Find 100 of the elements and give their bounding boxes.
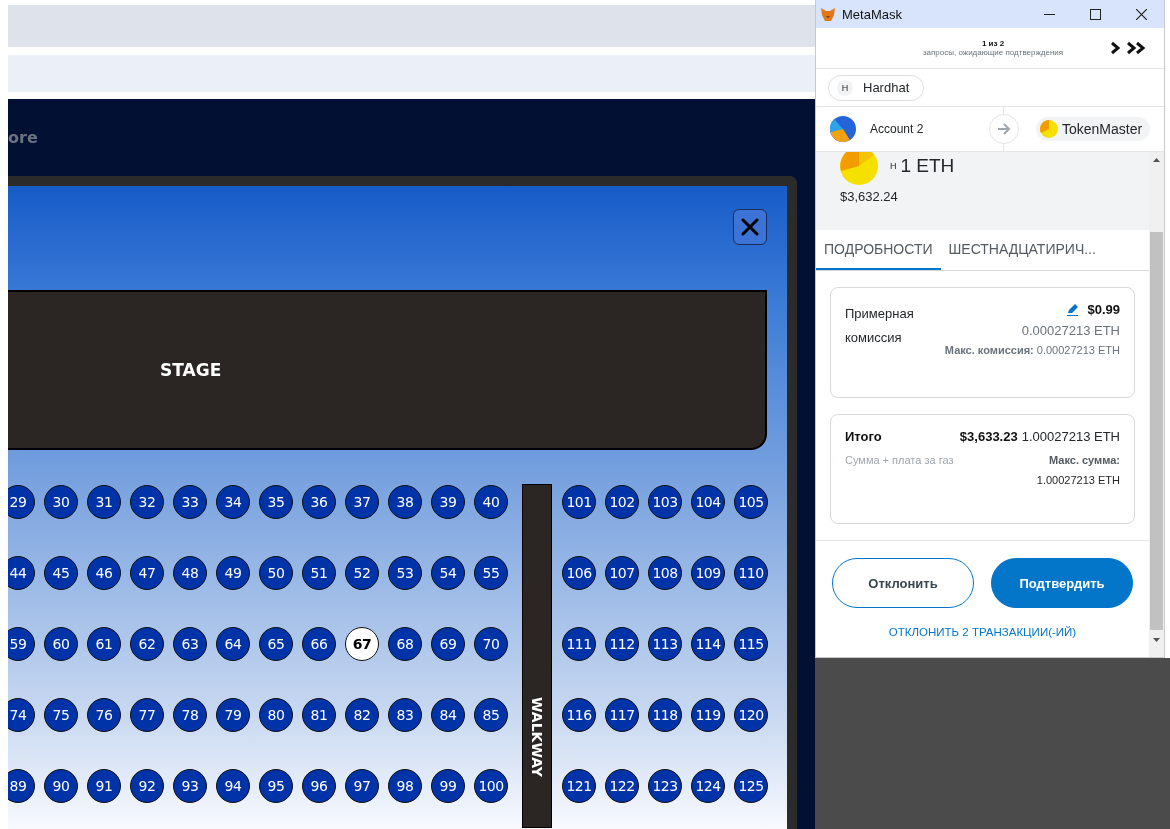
seat[interactable]: 66 [302,627,336,661]
pencil-icon[interactable] [1067,303,1080,316]
scrollbar-thumb[interactable] [1150,232,1163,630]
seat[interactable]: 38 [388,485,422,519]
seat[interactable]: 112 [605,627,639,661]
seat[interactable]: 100 [474,769,508,803]
confirm-button[interactable]: Подтвердить [991,558,1133,608]
seat[interactable]: 104 [691,485,725,519]
network-pill[interactable]: H Hardhat [828,74,925,101]
seat[interactable]: 68 [388,627,422,661]
seat[interactable]: 103 [648,485,682,519]
next-button[interactable] [1110,41,1120,55]
tab[interactable]: ПОДРОБНОСТИ [816,230,941,270]
seat[interactable]: 92 [130,769,164,803]
seat[interactable]: 85 [474,698,508,732]
seat[interactable]: 84 [431,698,465,732]
seat[interactable]: 83 [388,698,422,732]
seat[interactable]: 106 [562,556,596,590]
seat[interactable]: 116 [562,698,596,732]
seat[interactable]: 114 [691,627,725,661]
seat[interactable]: 49 [216,556,250,590]
seat[interactable]: 39 [431,485,465,519]
seat[interactable]: 108 [648,556,682,590]
seat[interactable]: 61 [87,627,121,661]
seat[interactable]: 120 [734,698,768,732]
seat[interactable]: 89 [8,769,35,803]
seat[interactable]: 125 [734,769,768,803]
seat[interactable]: 123 [648,769,682,803]
seat[interactable]: 75 [44,698,78,732]
seat[interactable]: 101 [562,485,596,519]
tab[interactable]: ШЕСТНАДЦАТИРИЧ... [940,230,1104,270]
seat[interactable]: 64 [216,627,250,661]
seat[interactable]: 79 [216,698,250,732]
seat[interactable]: 55 [474,556,508,590]
seat[interactable]: 37 [345,485,379,519]
nav-link[interactable]: ore [8,128,38,147]
seat[interactable]: 44 [8,556,35,590]
seat[interactable]: 96 [302,769,336,803]
seat[interactable]: 102 [605,485,639,519]
seat[interactable]: 113 [648,627,682,661]
seat[interactable]: 78 [173,698,207,732]
seat[interactable]: 33 [173,485,207,519]
seat[interactable]: 81 [302,698,336,732]
seat[interactable]: 65 [259,627,293,661]
seat[interactable]: 46 [87,556,121,590]
seat[interactable]: 80 [259,698,293,732]
seat[interactable]: 30 [44,485,78,519]
seat[interactable]: 97 [345,769,379,803]
seat[interactable]: 74 [8,698,35,732]
seat[interactable]: 122 [605,769,639,803]
seat[interactable]: 115 [734,627,768,661]
seat[interactable]: 47 [130,556,164,590]
seat[interactable]: 36 [302,485,336,519]
seat[interactable]: 124 [691,769,725,803]
seat[interactable]: 59 [8,627,35,661]
seat[interactable]: 29 [8,485,35,519]
seat[interactable]: 31 [87,485,121,519]
seat[interactable]: 119 [691,698,725,732]
seat[interactable]: 99 [431,769,465,803]
seat[interactable]: 60 [44,627,78,661]
seat[interactable]: 53 [388,556,422,590]
seat[interactable]: 76 [87,698,121,732]
seat[interactable]: 93 [173,769,207,803]
seat[interactable]: 62 [130,627,164,661]
seat[interactable]: 107 [605,556,639,590]
scroll-down-icon[interactable] [1153,638,1160,642]
seat[interactable]: 45 [44,556,78,590]
seat[interactable]: 35 [259,485,293,519]
reject-all-link[interactable]: ОТКЛОНИТЬ 2 ТРАНЗАКЦИИ(-ИЙ) [888,626,1077,638]
scroll-up-icon[interactable] [1153,158,1160,162]
last-button[interactable] [1126,41,1146,55]
seat[interactable]: 117 [605,698,639,732]
seat[interactable]: 118 [648,698,682,732]
seat[interactable]: 32 [130,485,164,519]
seat[interactable]: 40 [474,485,508,519]
seat[interactable]: 63 [173,627,207,661]
seat[interactable]: 77 [130,698,164,732]
seat[interactable]: 110 [734,556,768,590]
seat[interactable]: 51 [302,556,336,590]
seat[interactable]: 111 [562,627,596,661]
seat[interactable]: 52 [345,556,379,590]
seat[interactable]: 50 [259,556,293,590]
seat[interactable]: 94 [216,769,250,803]
seat[interactable]: 91 [87,769,121,803]
seat[interactable]: 105 [734,485,768,519]
seat[interactable]: 69 [431,627,465,661]
seat[interactable]: 67 [345,627,379,661]
scrollbar[interactable] [1149,152,1164,657]
seat[interactable]: 109 [691,556,725,590]
seat[interactable]: 54 [431,556,465,590]
seat[interactable]: 95 [259,769,293,803]
seat[interactable]: 82 [345,698,379,732]
seat[interactable]: 70 [474,627,508,661]
seat[interactable]: 48 [173,556,207,590]
close-button[interactable] [733,209,767,245]
seat[interactable]: 121 [562,769,596,803]
seat[interactable]: 90 [44,769,78,803]
seat[interactable]: 98 [388,769,422,803]
reject-button[interactable]: Отклонить [832,558,974,608]
seat[interactable]: 34 [216,485,250,519]
